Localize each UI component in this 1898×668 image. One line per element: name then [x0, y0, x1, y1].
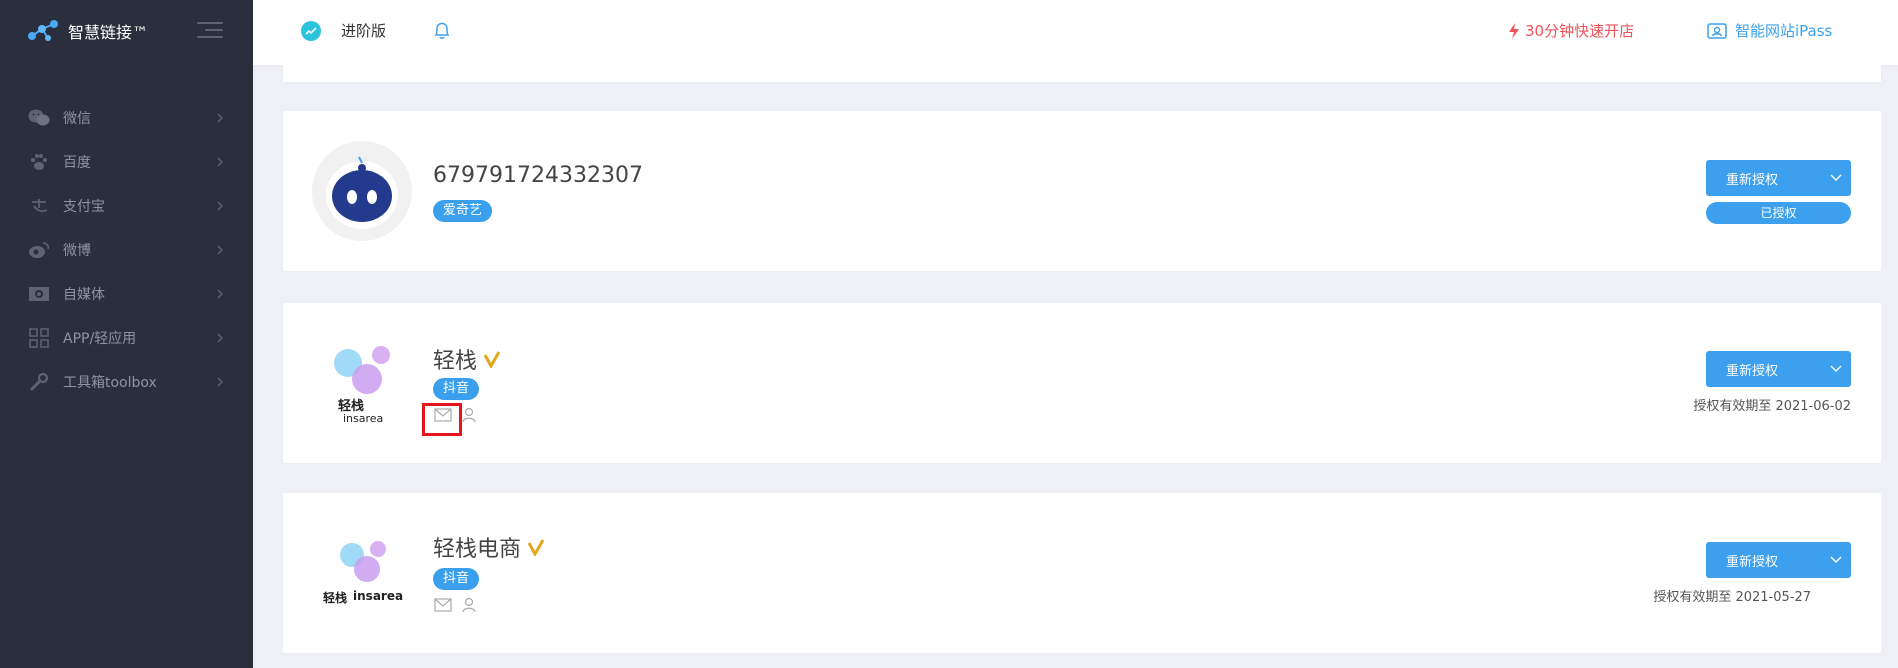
sidebar-item-weibo[interactable]: 微博 — [0, 228, 253, 272]
brand[interactable]: 智慧链接™ — [26, 14, 148, 48]
sidebar-item-label: 微博 — [63, 243, 91, 259]
brand-logo-icon — [28, 20, 58, 41]
sidebar-item-app[interactable]: APP/轻应用 — [0, 316, 253, 360]
wrench-icon — [28, 371, 50, 393]
insarea-logo-sub: insarea — [343, 412, 384, 425]
sidebar-item-label: 微信 — [63, 111, 91, 127]
reauthorize-button[interactable]: 重新授权 — [1706, 160, 1851, 196]
insarea-logo-text: 轻栈 insarea — [323, 589, 403, 606]
sidebar-menu: 微信 百度 支付宝 微博 自媒体 APP/轻应用 工具箱toolbox — [0, 96, 253, 404]
reauthorize-button[interactable]: 重新授权 — [1706, 542, 1851, 578]
edition-label: 进阶版 — [341, 22, 387, 40]
account-name-text: 679791724332307 — [433, 163, 643, 188]
chevron-right-icon — [217, 377, 223, 387]
chevron-right-icon — [217, 157, 223, 167]
chevron-down-icon[interactable] — [1821, 556, 1851, 564]
previous-card-edge — [283, 65, 1881, 82]
sidebar-item-label: 百度 — [63, 155, 91, 171]
sidebar-item-label: 自媒体 — [63, 287, 105, 303]
weibo-icon — [28, 239, 50, 261]
expire-date: 授权有效期至 2021-05-27 — [1653, 590, 1811, 605]
chevron-down-icon[interactable] — [1821, 365, 1851, 373]
sidebar-item-label: 支付宝 — [63, 199, 105, 215]
reauthorize-label: 重新授权 — [1726, 172, 1779, 188]
expire-date: 授权有效期至 2021-06-02 — [1693, 399, 1851, 414]
reauthorize-label: 重新授权 — [1726, 554, 1779, 570]
chevron-right-icon — [217, 289, 223, 299]
account-name: 轻栈电商 — [433, 531, 545, 563]
robot-avatar-icon — [326, 156, 398, 229]
sidebar-item-label: 工具箱toolbox — [63, 375, 157, 391]
brand-name: 智慧链接™ — [68, 23, 149, 42]
sidebar-item-label: APP/轻应用 — [63, 331, 137, 347]
account-name-text: 轻栈电商 — [433, 537, 522, 562]
account-actions — [434, 597, 486, 613]
sidebar-item-wechat[interactable]: 微信 — [0, 96, 253, 140]
chevron-right-icon — [217, 245, 223, 255]
edition-indicator[interactable]: 进阶版 — [301, 20, 386, 41]
highlight-box — [422, 403, 462, 436]
status-badge: 已授权 — [1706, 202, 1851, 224]
quick-open-store-link[interactable]: 30分钟快速开店 — [1507, 20, 1634, 41]
ipass-label: 智能网站iPass — [1735, 22, 1833, 40]
baidu-paw-icon — [28, 151, 50, 173]
account-card: 轻栈 insarea 轻栈电商 抖音 重新授权 授权有效期至 2021-05-2… — [283, 493, 1881, 653]
account-name: 轻栈 — [433, 343, 501, 375]
platform-tag: 抖音 — [433, 378, 480, 400]
reauthorize-button[interactable]: 重新授权 — [1706, 351, 1851, 387]
user-icon[interactable] — [460, 407, 478, 423]
alipay-icon — [28, 195, 50, 217]
account-card: 679791724332307 爱奇艺 重新授权 已授权 — [283, 111, 1881, 271]
sidebar-item-alipay[interactable]: 支付宝 — [0, 184, 253, 228]
user-icon[interactable] — [460, 597, 478, 613]
verified-v-icon — [483, 351, 501, 368]
quick-open-label: 30分钟快速开店 — [1525, 22, 1635, 40]
app-grid-icon — [28, 327, 50, 349]
lightning-icon — [1509, 22, 1519, 39]
chevron-right-icon — [217, 201, 223, 211]
chevron-down-icon[interactable] — [1821, 174, 1851, 182]
verified-v-icon — [527, 539, 545, 556]
sidebar-item-baidu[interactable]: 百度 — [0, 140, 253, 184]
avatar — [312, 141, 412, 241]
account-name: 679791724332307 — [433, 163, 643, 188]
ipass-icon — [1707, 22, 1727, 39]
insarea-logo-icon — [340, 541, 386, 582]
account-name-text: 轻栈 — [433, 349, 478, 374]
top-header: 进阶版 30分钟快速开店 智能网站iPass — [253, 0, 1898, 65]
sidebar: 智慧链接™ 微信 百度 支付宝 微博 自媒体 APP/轻应用 工具箱toolbo… — [0, 0, 253, 668]
bell-icon[interactable] — [431, 20, 453, 42]
chevron-right-icon — [217, 333, 223, 343]
platform-tag: 爱奇艺 — [433, 200, 493, 222]
reauthorize-label: 重新授权 — [1726, 363, 1779, 379]
sidebar-item-media[interactable]: 自媒体 — [0, 272, 253, 316]
ipass-link[interactable]: 智能网站iPass — [1707, 20, 1832, 41]
wechat-icon — [28, 107, 50, 129]
chevron-right-icon — [217, 113, 223, 123]
platform-tag: 抖音 — [433, 568, 480, 590]
mail-icon[interactable] — [434, 597, 452, 613]
avatar — [312, 523, 412, 623]
sidebar-item-toolbox[interactable]: 工具箱toolbox — [0, 360, 253, 404]
logo-text-cn: 轻栈 — [323, 591, 348, 605]
account-card: 轻栈 insarea 轻栈 抖音 重新授权 授权有效期至 2021-06-02 — [283, 303, 1881, 463]
trend-icon — [301, 20, 321, 41]
sidebar-toggle-icon[interactable] — [197, 22, 223, 40]
media-icon — [28, 283, 50, 305]
logo-text-en: insarea — [353, 589, 404, 603]
